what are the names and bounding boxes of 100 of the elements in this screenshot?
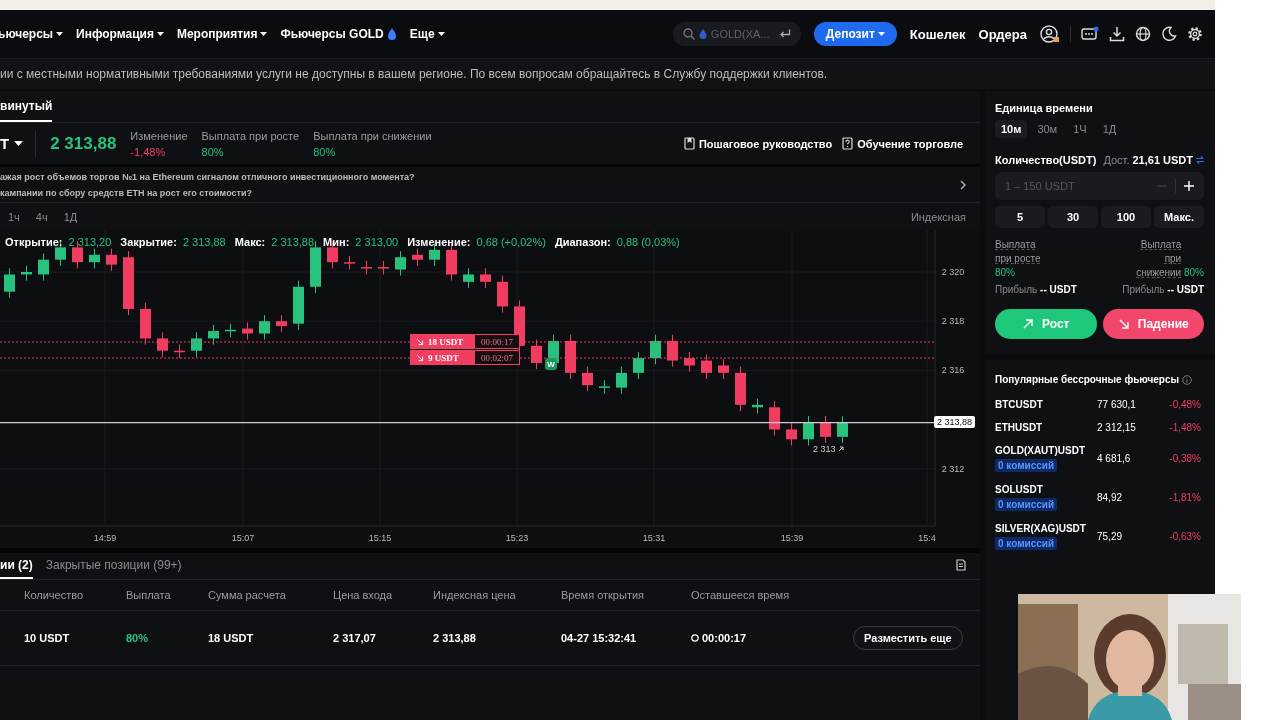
chevron-right-icon[interactable] — [960, 179, 966, 190]
amount-input[interactable]: 1 – 150 USDT — [1005, 180, 1149, 192]
price-source[interactable]: Индексная — [910, 210, 966, 223]
guide-link[interactable]: Обучение торговле — [842, 137, 963, 150]
swap-icon[interactable] — [1196, 156, 1204, 164]
caret-icon — [437, 32, 445, 36]
globe-icon[interactable] — [1135, 26, 1151, 42]
price-label: 2 313 — [813, 444, 844, 454]
deposit-button[interactable]: Депозит — [813, 22, 897, 46]
ticker-change: -0,38% — [1169, 453, 1201, 464]
quick-amount-button[interactable]: Макс. — [1154, 206, 1204, 228]
drop-icon — [386, 28, 397, 40]
symbol-name[interactable]: GOLD(XAUT)USDT — [995, 445, 1085, 456]
column-header: Оставшееся время — [691, 589, 791, 601]
announcement-text[interactable]: кампании по сбору средств ETH на рост его стоимости? — [0, 187, 960, 198]
mode-tab[interactable]: винутый — [0, 99, 53, 122]
settings-icon[interactable] — [1187, 26, 1203, 42]
profit-value: -- USDT — [1040, 284, 1077, 295]
fall-button[interactable]: Падение — [1102, 309, 1204, 339]
axis-label: 14:59 — [93, 533, 117, 543]
symbol-name[interactable]: ETHUSDT — [995, 422, 1043, 433]
candle — [650, 334, 661, 365]
nav-link[interactable]: Кошелек — [909, 26, 966, 42]
fee-tag: 0 комиссий — [995, 498, 1058, 511]
candle — [225, 323, 236, 338]
candle — [497, 275, 508, 314]
candle — [412, 248, 423, 267]
candle — [242, 321, 253, 341]
amount-bar[interactable]: 1 – 150 USDT — [995, 172, 1204, 200]
nav-menu-item[interactable]: Мероприятия — [176, 27, 268, 41]
axis-label: 15:23 — [505, 533, 529, 543]
candle — [361, 260, 372, 275]
candle — [820, 415, 831, 444]
candle — [582, 366, 593, 392]
fee-tag: 0 комиссий — [995, 459, 1058, 472]
ticker-price: 2 312,15 — [1097, 422, 1137, 433]
time-unit-tab[interactable]: 10м — [995, 120, 1028, 138]
quick-amount-button[interactable]: 100 — [1101, 206, 1151, 228]
axis-label: 2 320 — [941, 267, 965, 277]
ticker-price: 77 630,1 — [1097, 399, 1137, 410]
time-unit-tab[interactable]: 1Д — [1096, 120, 1123, 138]
candle — [565, 334, 576, 380]
candle — [4, 267, 15, 299]
time-unit-tab[interactable]: 30м — [1031, 120, 1064, 138]
moon-icon[interactable] — [1161, 26, 1177, 42]
candle — [344, 255, 355, 271]
column-header: Цена входа — [333, 589, 394, 601]
candle — [633, 351, 644, 380]
symbol-selector[interactable]: T — [0, 130, 37, 157]
ohlc-label: Диапазон: 0,88 (0,03%) — [554, 236, 680, 248]
interval-tab[interactable]: 1ч — [8, 210, 20, 223]
stat-value: 80% — [201, 145, 225, 158]
candle — [463, 267, 474, 289]
arrow-icon — [1022, 318, 1035, 330]
interval-tab[interactable]: 1Д — [63, 210, 78, 223]
nav-menu-item[interactable]: Еще — [409, 27, 445, 41]
axis-label: 2 316 — [941, 365, 965, 376]
book-icon — [683, 137, 695, 150]
nav-menu-item[interactable]: Фьючерсы GOLD — [280, 27, 397, 41]
nav-menu-item[interactable]: Информация — [76, 27, 164, 41]
quick-amount-button[interactable]: 30 — [1048, 206, 1098, 228]
quick-amount-button[interactable]: 5 — [995, 206, 1045, 228]
symbol-name[interactable]: SOLUSDT — [995, 484, 1043, 495]
axis-label: 15:31 — [642, 533, 666, 543]
axis-label: 15:07 — [231, 533, 255, 543]
candle — [616, 366, 627, 395]
table-cell-text: 04-27 15:32:41 — [561, 632, 638, 644]
plus-icon[interactable] — [1184, 181, 1194, 191]
stat-value: -1,48% — [130, 145, 167, 158]
user-icon[interactable] — [1040, 25, 1060, 43]
info-icon[interactable] — [1182, 374, 1193, 385]
place-again-button[interactable]: Разместить еще — [853, 626, 963, 650]
search-input[interactable]: GOLD(XA... — [710, 28, 775, 40]
candle — [599, 379, 610, 395]
chat-icon[interactable] — [1081, 26, 1099, 42]
profit-value: -- USDT — [1167, 284, 1204, 295]
positions-tab[interactable]: ии (2) — [0, 558, 33, 579]
payout-value: 80% — [1184, 267, 1204, 278]
section-title: Единица времени — [995, 102, 1094, 114]
document-icon[interactable] — [956, 559, 966, 571]
table-cell-text: 18 USDT — [208, 632, 255, 644]
candle — [38, 253, 49, 282]
symbol-name[interactable]: SILVER(XAG)USDT — [995, 523, 1086, 534]
payout-label: Выплата при росте — [995, 238, 1042, 266]
candle — [786, 422, 797, 446]
search-bar[interactable]: GOLD(XA... — [672, 22, 801, 46]
announcement-text[interactable]: ажая рост объемов торгов №1 на Ethereum сигналом отличного инвестиционного момента? — [0, 171, 960, 182]
stat-label: Выплата при снижении — [313, 129, 432, 142]
nav-link[interactable]: Ордера — [978, 26, 1027, 42]
candle — [667, 334, 678, 368]
interval-tab[interactable]: 4ч — [35, 210, 48, 223]
symbol-name[interactable]: BTCUSDT — [995, 399, 1043, 410]
ticker-price: 75,29 — [1097, 531, 1124, 542]
ohlc-label: Закрытие: 2 313,88 — [120, 236, 226, 248]
trade-marker: W — [545, 358, 557, 370]
guide-link[interactable]: Пошаговое руководство — [683, 137, 833, 150]
time-unit-tab[interactable]: 1Ч — [1067, 120, 1093, 138]
stat-label: Изменение — [130, 129, 188, 142]
positions-tab[interactable]: Закрытые позиции (99+) — [45, 558, 182, 579]
download-icon[interactable] — [1109, 26, 1125, 42]
